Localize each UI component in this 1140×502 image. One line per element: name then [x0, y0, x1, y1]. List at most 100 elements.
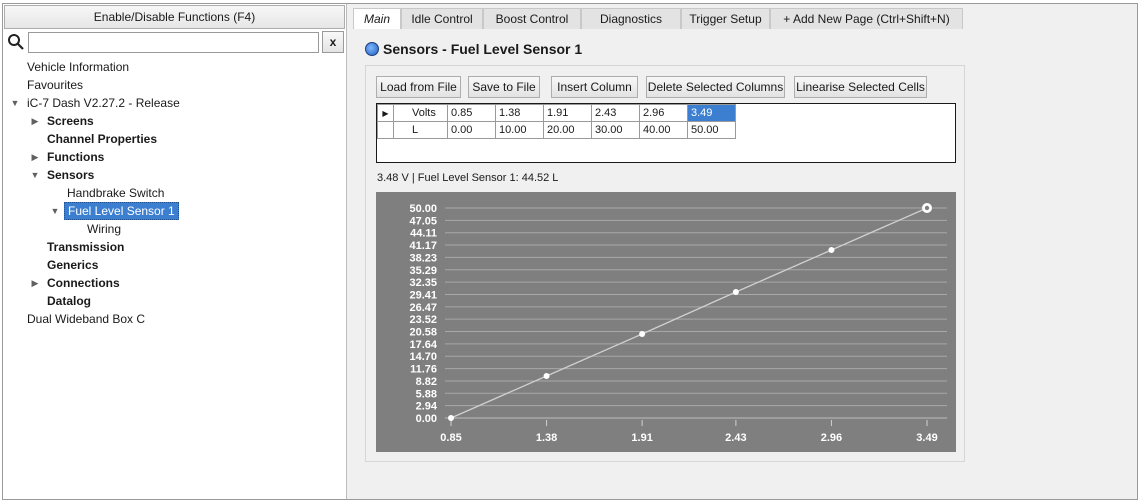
page-title: Sensors - Fuel Level Sensor 1 [365, 40, 582, 58]
table-row: L 0.00 10.00 20.00 30.00 40.00 50.00 [377, 121, 736, 139]
data-point[interactable] [732, 289, 739, 295]
y-tick-label: 8.82 [416, 376, 437, 388]
collapsed-arrow-icon[interactable]: ▶ [29, 274, 41, 292]
status-icon [365, 42, 379, 56]
table-cell[interactable]: 0.85 [447, 104, 496, 122]
table-cell[interactable]: 2.43 [591, 104, 640, 122]
x-tick-label: 3.49 [916, 432, 937, 444]
app-window: Enable/Disable Functions (F4) x Vehicle … [2, 3, 1138, 500]
enable-disable-functions-button[interactable]: Enable/Disable Functions (F4) [4, 5, 345, 29]
tree-item[interactable]: ▶ Screens [3, 112, 346, 130]
y-tick-label: 44.11 [410, 228, 437, 240]
y-tick-label: 26.47 [409, 302, 437, 314]
row-header-cell[interactable] [377, 121, 394, 139]
search-row: x [3, 31, 346, 55]
tree-item[interactable]: ▶ Functions [3, 148, 346, 166]
data-point[interactable] [543, 373, 550, 379]
clear-search-button[interactable]: x [322, 31, 344, 53]
x-tick-label: 2.43 [725, 432, 746, 444]
y-tick-label: 14.70 [409, 351, 437, 363]
sensor-table-panel: Load from File Save to File Insert Colum… [365, 65, 965, 462]
y-tick-label: 11.76 [410, 364, 437, 376]
tree-item[interactable]: Favourites [3, 76, 346, 94]
load-from-file-button[interactable]: Load from File [376, 76, 461, 98]
y-tick-label: 5.88 [416, 388, 437, 400]
search-icon [8, 34, 24, 50]
expanded-arrow-icon[interactable]: ▼ [9, 94, 21, 112]
table-cell[interactable]: 20.00 [543, 121, 592, 139]
x-tick-label: 1.91 [631, 432, 652, 444]
tab-trigger-setup[interactable]: Trigger Setup [681, 8, 770, 29]
table-cell[interactable]: 3.49 [687, 104, 736, 122]
data-point[interactable] [448, 415, 454, 421]
tree-item-label: Handbrake Switch [67, 186, 165, 200]
y-tick-label: 41.17 [409, 240, 437, 252]
page-title-text: Sensors - Fuel Level Sensor 1 [383, 41, 583, 57]
tree-item[interactable]: Generics [3, 256, 346, 274]
insert-column-button[interactable]: Insert Column [551, 76, 638, 98]
data-point[interactable] [828, 247, 835, 253]
tree-item[interactable]: ▶ Connections [3, 274, 346, 292]
table-cell[interactable]: 0.00 [447, 121, 496, 139]
x-tick-label: 1.38 [536, 432, 557, 444]
tree-item-label: Favourites [27, 78, 84, 92]
table-cell[interactable]: 30.00 [591, 121, 640, 139]
save-to-file-button[interactable]: Save to File [468, 76, 540, 98]
linearise-selected-cells-button[interactable]: Linearise Selected Cells [794, 76, 927, 98]
table-row: ▶ Volts 0.85 1.38 1.91 2.43 2.96 3.49 [377, 104, 736, 122]
y-tick-label: 29.41 [409, 289, 437, 301]
y-tick-label: 32.35 [409, 277, 437, 289]
tree-item-label: Sensors [47, 168, 95, 182]
table-cell[interactable]: 50.00 [687, 121, 736, 139]
table-cell[interactable]: 1.38 [495, 104, 544, 122]
tree-item[interactable]: Transmission [3, 238, 346, 256]
tab-diagnostics[interactable]: Diagnostics [581, 8, 681, 29]
collapsed-arrow-icon[interactable]: ▶ [29, 112, 41, 130]
expanded-arrow-icon[interactable]: ▼ [49, 202, 61, 220]
tree-item-label: Transmission [47, 240, 125, 254]
y-tick-label: 38.23 [409, 252, 437, 264]
calibration-chart-svg: 50.0047.0544.1141.1738.2335.2932.3529.41… [409, 203, 947, 444]
search-input[interactable] [28, 32, 319, 53]
y-tick-label: 50.00 [409, 203, 437, 215]
tree-item[interactable]: ▼ iC-7 Dash V2.27.2 - Release [3, 94, 346, 112]
row-pointer-icon[interactable]: ▶ [377, 104, 394, 122]
collapsed-arrow-icon[interactable]: ▶ [29, 148, 41, 166]
row-label: Volts [393, 104, 448, 122]
table-cell[interactable]: 2.96 [639, 104, 688, 122]
delete-selected-columns-button[interactable]: Delete Selected Columns [646, 76, 785, 98]
tree-item[interactable]: Vehicle Information [3, 58, 346, 76]
table-cell[interactable]: 1.91 [543, 104, 592, 122]
y-tick-label: 35.29 [409, 265, 437, 277]
data-point-selected-center [924, 205, 930, 211]
x-tick-label: 0.85 [440, 432, 461, 444]
table-cell[interactable]: 40.00 [639, 121, 688, 139]
tree-item-label: Screens [47, 114, 94, 128]
tree-item[interactable]: Channel Properties [3, 130, 346, 148]
series-line [450, 207, 928, 419]
tree-item[interactable]: ▼ Fuel Level Sensor 1 [3, 202, 346, 220]
calibration-table: ▶ Volts 0.85 1.38 1.91 2.43 2.96 3.49 L 0.00 10.00… [376, 103, 956, 163]
tab-main[interactable]: Main [353, 8, 401, 30]
tree-item[interactable]: Dual Wideband Box C [3, 310, 346, 328]
tree-item-label: Generics [47, 258, 99, 272]
tree-item-label: Dual Wideband Box C [27, 312, 146, 326]
tree-item-label: iC-7 Dash V2.27.2 - Release [27, 96, 180, 110]
tree-item[interactable]: ▼ Sensors [3, 166, 346, 184]
tree-item-label: Vehicle Information [27, 60, 130, 74]
y-tick-label: 47.05 [409, 215, 437, 227]
data-point[interactable] [639, 331, 646, 337]
y-tick-label: 2.94 [416, 401, 438, 413]
y-tick-label: 20.58 [409, 327, 437, 339]
navigation-tree: Vehicle Information Favourites ▼ iC-7 Dash … [3, 58, 346, 328]
navigation-panel: Enable/Disable Functions (F4) x Vehicle … [3, 4, 347, 499]
y-tick-label: 17.64 [409, 339, 437, 351]
tree-item[interactable]: Wiring [3, 220, 346, 238]
tab-add-new-page-ctrl-shift-n[interactable]: + Add New Page (Ctrl+Shift+N) [770, 8, 963, 29]
tab-idle-control[interactable]: Idle Control [401, 8, 483, 29]
table-cell[interactable]: 10.00 [495, 121, 544, 139]
tab-boost-control[interactable]: Boost Control [483, 8, 581, 29]
tree-item[interactable]: Datalog [3, 292, 346, 310]
tree-item[interactable]: Handbrake Switch [3, 184, 346, 202]
expanded-arrow-icon[interactable]: ▼ [29, 166, 41, 184]
